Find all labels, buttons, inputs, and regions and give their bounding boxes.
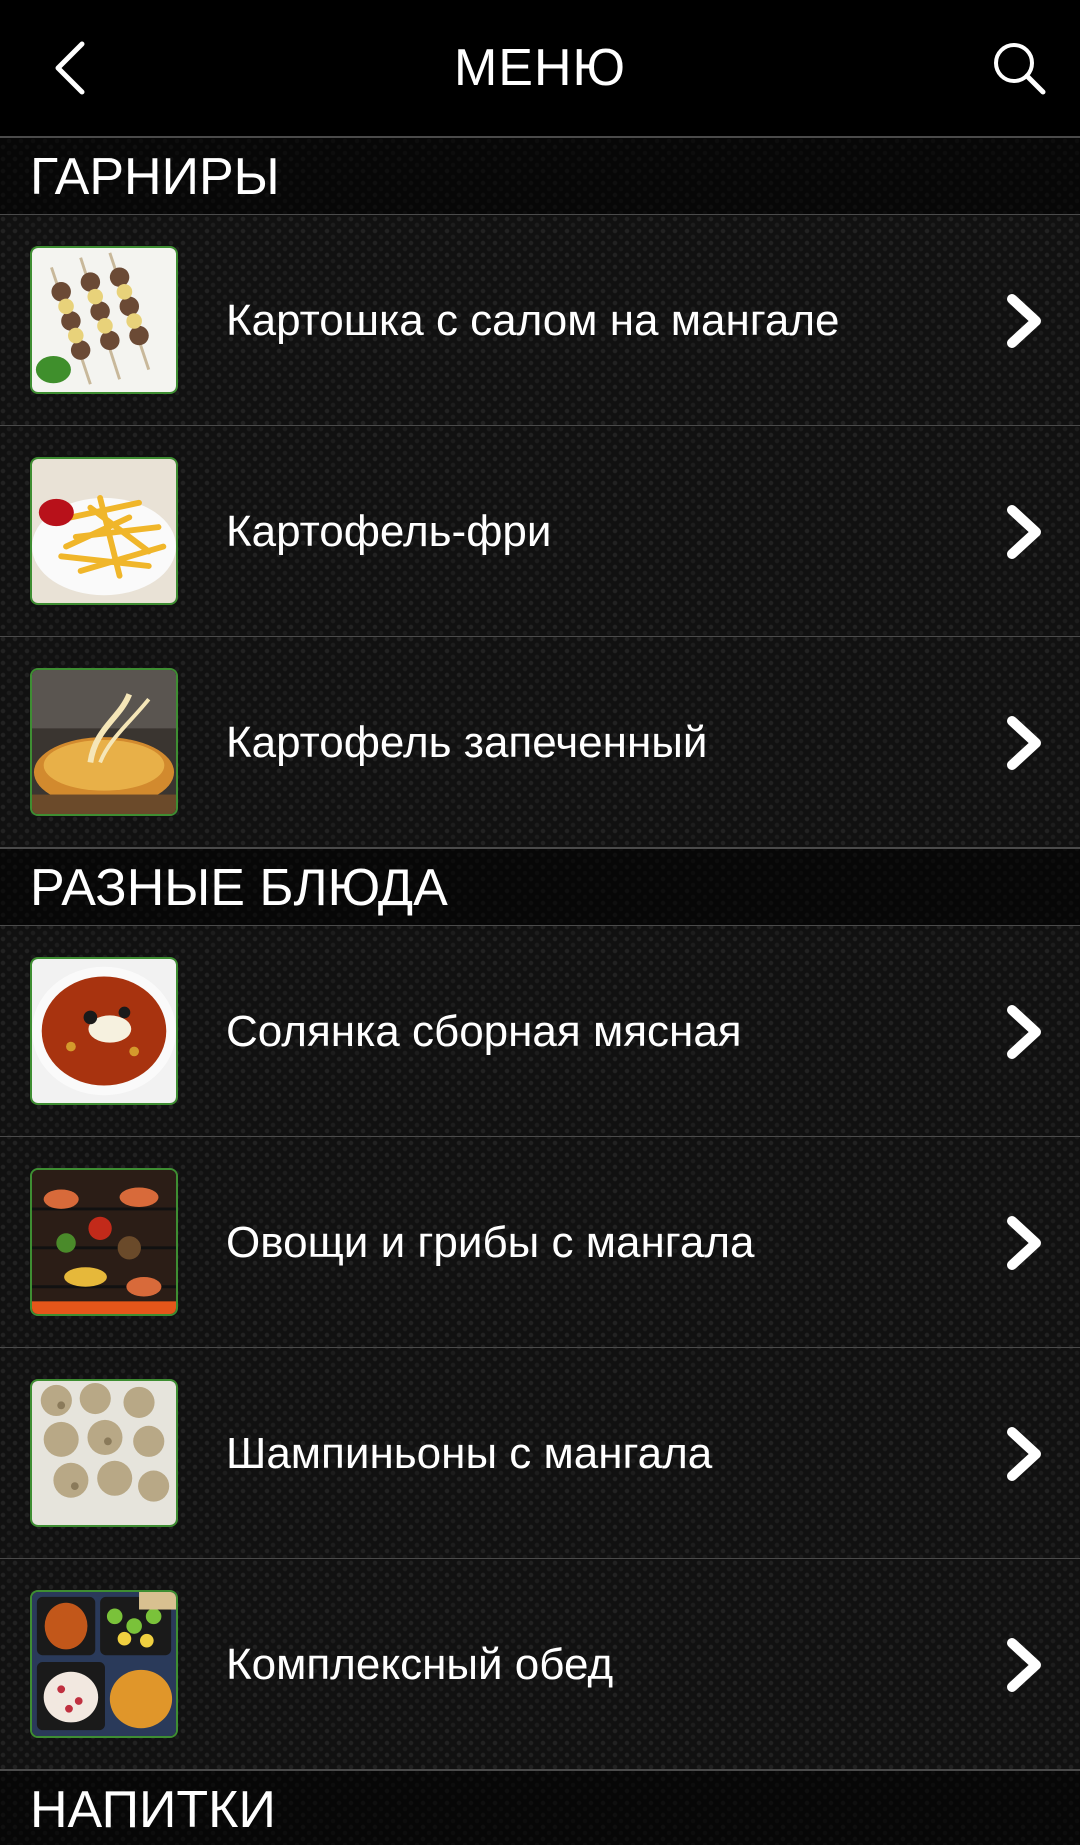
item-label: Картофель-фри xyxy=(226,507,552,556)
menu-item[interactable]: Картошка с салом на мангале xyxy=(0,215,1080,426)
baked-potato-photo xyxy=(30,668,178,816)
french-fries-photo xyxy=(30,457,178,605)
potato-skewers-photo xyxy=(30,246,178,394)
item-label: Солянка сборная мясная xyxy=(226,1007,742,1056)
chevron-left-icon xyxy=(55,41,85,95)
grilled-mushrooms-photo xyxy=(30,1379,178,1527)
chevron-right-icon xyxy=(1007,505,1041,559)
chevron-right-icon xyxy=(1007,716,1041,770)
grilled-vegetables-photo xyxy=(30,1168,178,1316)
menu-item[interactable]: Картофель-фри xyxy=(0,426,1080,637)
set-lunch-photo xyxy=(30,1590,178,1738)
chevron-right-icon xyxy=(1007,1638,1041,1692)
section-header-drinks: НАПИТКИ xyxy=(0,1770,1080,1845)
item-label: Шампиньоны с мангала xyxy=(226,1429,713,1478)
item-label: Комплексный обед xyxy=(226,1640,614,1689)
section-header-garnish: ГАРНИРЫ xyxy=(0,137,1080,215)
solyanka-soup-photo xyxy=(30,957,178,1105)
search-icon xyxy=(994,43,1046,95)
chevron-right-icon xyxy=(1007,1427,1041,1481)
search-button[interactable] xyxy=(974,28,1064,108)
menu-item[interactable]: Шампиньоны с мангала xyxy=(0,1348,1080,1559)
back-button[interactable] xyxy=(30,28,110,108)
item-label: Картофель запеченный xyxy=(226,718,708,767)
menu-item[interactable]: Комплексный обед xyxy=(0,1559,1080,1770)
item-label: Овощи и грибы с мангала xyxy=(226,1218,755,1267)
item-label: Картошка с салом на мангале xyxy=(226,296,840,345)
menu-item[interactable]: Овощи и грибы с мангала xyxy=(0,1137,1080,1348)
page-title: МЕНЮ xyxy=(453,39,627,97)
top-bar: МЕНЮ xyxy=(0,0,1080,137)
menu-item[interactable]: Картофель запеченный xyxy=(0,637,1080,848)
chevron-right-icon xyxy=(1007,1005,1041,1059)
menu-screen: МЕНЮ ГАРНИРЫ Картошка с салом на мангале… xyxy=(0,0,1080,1845)
chevron-right-icon xyxy=(1007,1216,1041,1270)
menu-item[interactable]: Солянка сборная мясная xyxy=(0,926,1080,1137)
section-header-various-dishes: РАЗНЫЕ БЛЮДА xyxy=(0,848,1080,926)
chevron-right-icon xyxy=(1007,294,1041,348)
